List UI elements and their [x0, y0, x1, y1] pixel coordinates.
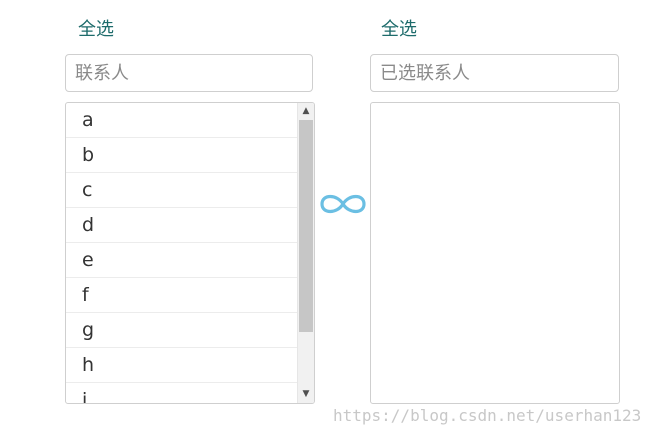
list-item-partial[interactable]: i [66, 383, 298, 403]
list-item[interactable]: d [66, 208, 298, 243]
contacts-listbox[interactable]: a b c d e f g h i ▲ ▼ [65, 102, 315, 404]
list-item[interactable]: g [66, 313, 298, 348]
contacts-list: a b c d e f g h i [66, 103, 298, 403]
scrollbar-thumb[interactable] [299, 120, 313, 332]
list-item[interactable]: c [66, 173, 298, 208]
scroll-up-icon[interactable]: ▲ [298, 103, 314, 120]
list-item[interactable]: b [66, 138, 298, 173]
list-item[interactable]: e [66, 243, 298, 278]
scrollbar[interactable]: ▲ ▼ [297, 103, 314, 403]
watermark: https://blog.csdn.net/userhan123 [333, 406, 642, 425]
contacts-search-input[interactable] [65, 54, 313, 92]
selected-contacts-listbox[interactable] [370, 102, 620, 404]
infinity-icon[interactable] [318, 188, 368, 220]
list-item[interactable]: f [66, 278, 298, 313]
left-select-all-link[interactable]: 全选 [78, 18, 114, 42]
list-item[interactable]: h [66, 348, 298, 383]
selected-contacts-search-input[interactable] [370, 54, 619, 92]
right-select-all-link[interactable]: 全选 [381, 18, 417, 42]
scroll-down-icon[interactable]: ▼ [298, 386, 314, 403]
list-item[interactable]: a [66, 103, 298, 138]
